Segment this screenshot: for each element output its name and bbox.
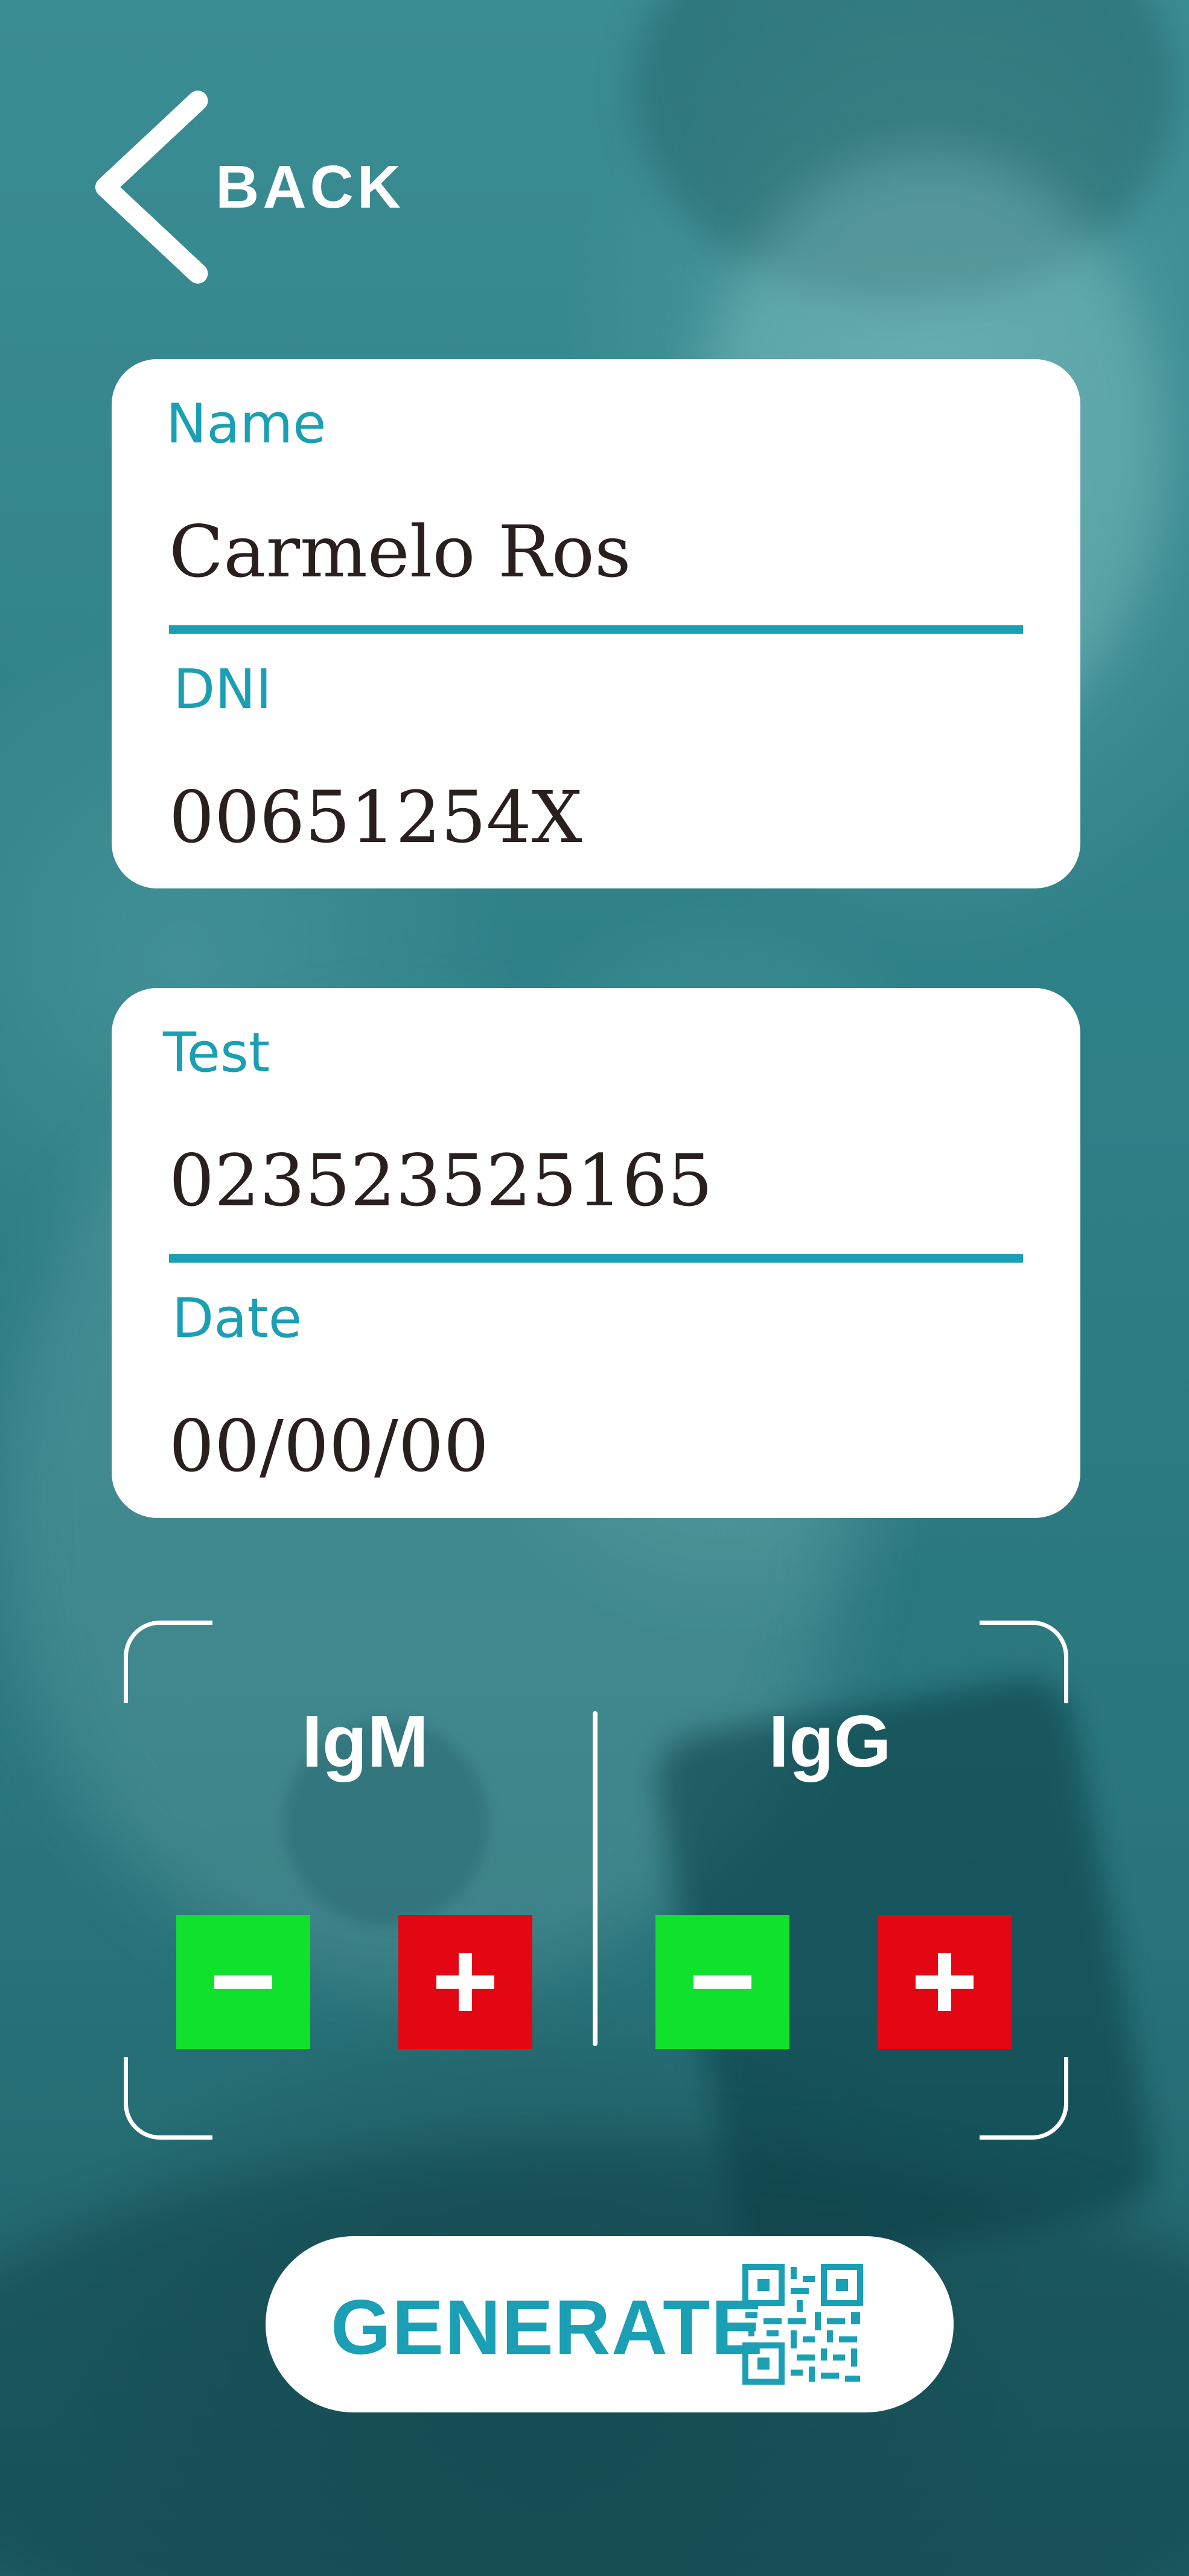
results-divider xyxy=(593,1711,598,2046)
igg-negative-button[interactable] xyxy=(655,1915,789,2049)
back-label: BACK xyxy=(215,153,404,221)
date-field[interactable]: 00/00/00 xyxy=(169,1404,489,1488)
test-divider xyxy=(169,1254,1023,1263)
test-card: Test 023523525165 Date 00/00/00 xyxy=(112,988,1080,1518)
chevron-left-icon xyxy=(95,91,208,284)
dni-label: DNI xyxy=(173,658,272,721)
test-field[interactable]: 023523525165 xyxy=(169,1139,713,1222)
qr-code-icon xyxy=(742,2264,863,2385)
name-divider xyxy=(169,625,1023,634)
igm-title: IgM xyxy=(301,1700,429,1782)
back-button[interactable]: BACK xyxy=(91,84,404,290)
frame-corner xyxy=(124,2057,212,2140)
generate-label: GENERATE xyxy=(331,2284,764,2371)
name-label: Name xyxy=(166,392,327,456)
dni-field[interactable]: 00651254X xyxy=(169,776,582,859)
igm-negative-button[interactable] xyxy=(176,1915,310,2049)
frame-corner xyxy=(124,1621,212,1703)
igg-positive-button[interactable] xyxy=(878,1915,1012,2049)
date-label: Date xyxy=(172,1287,302,1350)
frame-corner xyxy=(980,1621,1068,1703)
patient-card: Name Carmelo Ros DNI 00651254X xyxy=(112,359,1080,888)
igg-title: IgG xyxy=(768,1700,891,1782)
igm-positive-button[interactable] xyxy=(398,1915,532,2049)
test-label: Test xyxy=(163,1021,270,1085)
generate-button[interactable]: GENERATE xyxy=(266,2236,954,2412)
name-field[interactable]: Carmelo Ros xyxy=(169,510,631,593)
antibody-results-panel: IgM IgG xyxy=(124,1621,1068,2140)
frame-corner xyxy=(980,2057,1068,2140)
